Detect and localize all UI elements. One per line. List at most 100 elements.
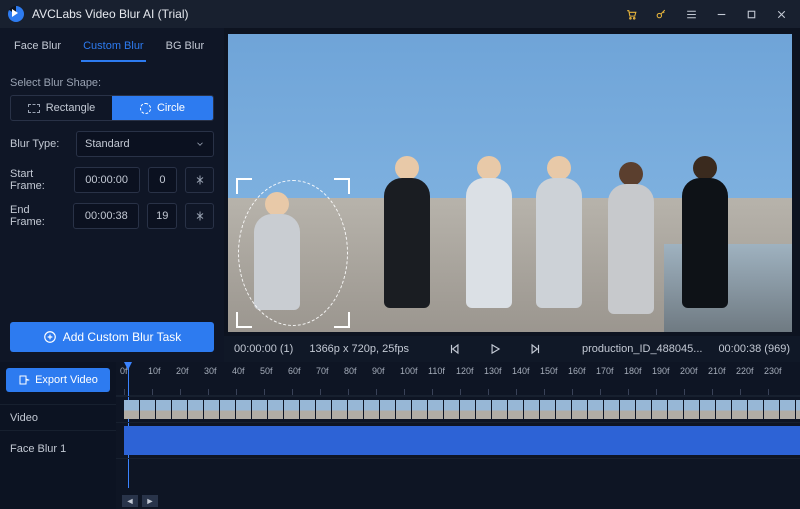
cart-icon[interactable] bbox=[620, 3, 642, 25]
video-thumbnail bbox=[124, 400, 140, 419]
title-bar: AVCLabs Video Blur AI (Trial) bbox=[0, 0, 800, 28]
minimize-button[interactable] bbox=[710, 3, 732, 25]
end-frame-time-input[interactable]: 00:00:38 bbox=[73, 203, 139, 229]
crop-corner-br[interactable] bbox=[334, 312, 350, 328]
start-frame-index-input[interactable]: 0 bbox=[148, 167, 178, 193]
menu-icon[interactable] bbox=[680, 3, 702, 25]
video-thumbnail bbox=[236, 400, 252, 419]
video-thumbnail bbox=[476, 400, 492, 419]
video-thumbnail bbox=[748, 400, 764, 419]
video-thumbnail bbox=[156, 400, 172, 419]
video-thumbnail bbox=[396, 400, 412, 419]
video-thumbnail bbox=[300, 400, 316, 419]
track-label-face-blur-1: Face Blur 1 bbox=[0, 430, 116, 466]
start-frame-time-input[interactable]: 00:00:00 bbox=[74, 167, 140, 193]
player-controls: 00:00:00 (1) 1366p x 720p, 25fps product… bbox=[224, 336, 800, 362]
video-thumbnail bbox=[316, 400, 332, 419]
export-icon bbox=[18, 374, 30, 386]
add-custom-blur-task-button[interactable]: Add Custom Blur Task bbox=[10, 322, 214, 352]
video-thumbnail bbox=[380, 400, 396, 419]
end-frame-index-input[interactable]: 19 bbox=[147, 203, 177, 229]
shape-rectangle-label: Rectangle bbox=[46, 102, 96, 114]
crop-corner-tl[interactable] bbox=[236, 178, 252, 194]
timeline-left-panel: Export Video Video Face Blur 1 bbox=[0, 362, 116, 509]
tab-face-blur[interactable]: Face Blur bbox=[12, 36, 63, 62]
crop-corner-bl[interactable] bbox=[236, 312, 252, 328]
next-frame-button[interactable] bbox=[528, 342, 542, 356]
video-thumbnail bbox=[172, 400, 188, 419]
scene-person bbox=[674, 156, 736, 308]
video-thumbnail bbox=[444, 400, 460, 419]
video-thumbnail bbox=[668, 400, 684, 419]
video-thumbnail bbox=[348, 400, 364, 419]
prev-frame-button[interactable] bbox=[448, 342, 462, 356]
video-thumbnail bbox=[540, 400, 556, 419]
export-video-button[interactable]: Export Video bbox=[6, 368, 110, 392]
video-thumbnail bbox=[284, 400, 300, 419]
blur-task-bar[interactable] bbox=[124, 426, 800, 455]
ruler-tick: 230f bbox=[768, 362, 796, 395]
tab-custom-blur[interactable]: Custom Blur bbox=[81, 36, 146, 62]
video-thumbnail bbox=[620, 400, 636, 419]
blur-type-value: Standard bbox=[85, 138, 130, 150]
video-thumbnail bbox=[508, 400, 524, 419]
video-thumbnail bbox=[140, 400, 156, 419]
video-thumbnail bbox=[204, 400, 220, 419]
face-blur-track[interactable] bbox=[116, 422, 800, 458]
app-logo-icon bbox=[8, 6, 24, 22]
settings-sidebar: Face Blur Custom Blur BG Blur Select Blu… bbox=[0, 28, 224, 362]
end-frame-marker-button[interactable] bbox=[185, 203, 214, 229]
rectangle-icon bbox=[28, 104, 40, 113]
blur-shape-toggle: Rectangle Circle bbox=[10, 95, 214, 121]
start-frame-marker-button[interactable] bbox=[185, 167, 214, 193]
timeline-scroll-left[interactable]: ◄ bbox=[122, 495, 138, 507]
maximize-button[interactable] bbox=[740, 3, 762, 25]
blur-shape-label: Select Blur Shape: bbox=[10, 77, 214, 89]
video-thumbnail bbox=[764, 400, 780, 419]
key-icon[interactable] bbox=[650, 3, 672, 25]
video-thumbnail bbox=[636, 400, 652, 419]
video-thumbnail bbox=[684, 400, 700, 419]
video-thumbnail bbox=[588, 400, 604, 419]
video-thumbnail bbox=[220, 400, 236, 419]
crop-corner-tr[interactable] bbox=[334, 178, 350, 194]
add-task-label: Add Custom Blur Task bbox=[63, 330, 182, 344]
video-thumbnail bbox=[700, 400, 716, 419]
video-thumbnail bbox=[572, 400, 588, 419]
blur-type-select[interactable]: Standard bbox=[76, 131, 214, 157]
chevron-down-icon bbox=[195, 139, 205, 149]
scene-person bbox=[528, 156, 590, 308]
export-label: Export Video bbox=[35, 374, 98, 386]
start-frame-label: Start Frame: bbox=[10, 168, 66, 192]
video-thumbnail bbox=[604, 400, 620, 419]
video-preview[interactable] bbox=[228, 34, 792, 332]
play-button[interactable] bbox=[488, 342, 502, 356]
preview-panel: 00:00:00 (1) 1366p x 720p, 25fps product… bbox=[224, 28, 800, 362]
timeline-scroll-right[interactable]: ► bbox=[142, 495, 158, 507]
video-thumbnail bbox=[364, 400, 380, 419]
video-thumbnail bbox=[716, 400, 732, 419]
player-end-stamp: 00:00:38 (969) bbox=[718, 343, 790, 355]
video-thumbnail bbox=[556, 400, 572, 419]
video-thumbnail bbox=[268, 400, 284, 419]
video-thumbnail bbox=[780, 400, 796, 419]
shape-circle-option[interactable]: Circle bbox=[112, 96, 213, 120]
shape-rectangle-option[interactable]: Rectangle bbox=[11, 96, 112, 120]
tab-bg-blur[interactable]: BG Blur bbox=[164, 36, 207, 62]
scene-person bbox=[376, 156, 438, 308]
player-start-stamp: 00:00:00 (1) bbox=[234, 343, 293, 355]
blur-type-label: Blur Type: bbox=[10, 138, 68, 150]
video-thumbnail bbox=[412, 400, 428, 419]
crop-frame[interactable] bbox=[236, 178, 350, 328]
scene-person bbox=[458, 156, 520, 308]
close-button[interactable] bbox=[770, 3, 792, 25]
shape-circle-label: Circle bbox=[157, 102, 185, 114]
video-thumbnail bbox=[188, 400, 204, 419]
app-title: AVCLabs Video Blur AI (Trial) bbox=[32, 7, 189, 21]
circle-icon bbox=[140, 103, 151, 114]
timeline-ruler[interactable]: 0f10f20f30f40f50f60f70f80f90f100f110f120… bbox=[116, 362, 800, 396]
blur-mode-tabs: Face Blur Custom Blur BG Blur bbox=[10, 28, 214, 63]
video-thumbnail bbox=[492, 400, 508, 419]
video-track[interactable] bbox=[116, 396, 800, 422]
timeline-area: 0f10f20f30f40f50f60f70f80f90f100f110f120… bbox=[116, 362, 800, 509]
